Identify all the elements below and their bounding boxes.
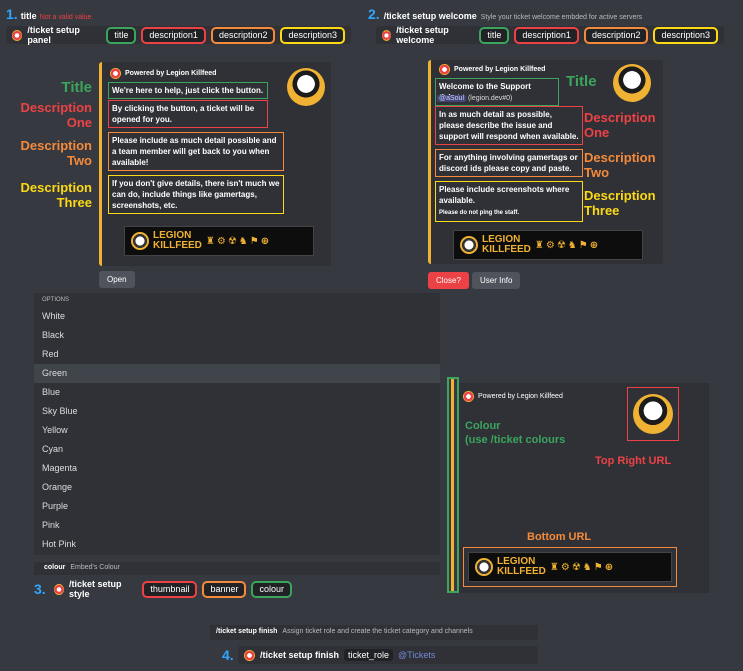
option-item[interactable]: Cyan (34, 440, 440, 459)
option-item[interactable]: Yellow (34, 421, 440, 440)
command-bar-1[interactable]: /ticket setup panel title description1 d… (6, 25, 351, 45)
command-text: /ticket setup welcome (383, 11, 477, 21)
label-desc-three-2: Description Three (584, 188, 656, 218)
option-item[interactable]: Black (34, 326, 440, 345)
banner-image: LEGION KILLFEED ♜⚙☢♞⚑⊕ (124, 226, 314, 256)
bottom-url-label: Bottom URL (527, 531, 592, 543)
banner-skull-icon (475, 558, 493, 576)
embed-title: We're here to help, just click the butto… (108, 82, 268, 99)
close-button[interactable]: Close? (428, 272, 469, 289)
command-text: /ticket setup welcome (396, 25, 449, 45)
bot-avatar-icon (382, 29, 392, 41)
top-right-url-label: Top Right URL (595, 455, 672, 467)
section-2-header: 2. /ticket setup welcome Style your tick… (368, 6, 642, 22)
embed-desc-three: Please include screenshots where availab… (435, 181, 583, 222)
option-item[interactable]: Green (34, 364, 440, 383)
label-desc-one-2: Description One (584, 110, 656, 140)
command-text: /ticket setup finish (260, 650, 340, 660)
mention-line: @aSoul (legion.dev#0) (437, 95, 513, 102)
banner-icons: ♜⚙☢♞⚑⊕ (205, 235, 272, 247)
banner-skull-icon (131, 232, 149, 250)
command-text: /ticket setup panel (27, 25, 80, 45)
option-item[interactable]: Hot Pink (34, 535, 440, 554)
chip-thumbnail[interactable]: thumbnail (142, 580, 198, 598)
error-text: Not a valid value. (39, 14, 94, 21)
option-item[interactable]: White (34, 307, 440, 326)
chip-title[interactable]: title (106, 26, 137, 44)
thumbnail-highlight (627, 387, 679, 441)
banner-image: LEGION KILLFEED ♜⚙☢♞⚑⊕ (468, 552, 672, 582)
embed-author: Powered by Legion Killfeed (463, 391, 563, 402)
label-title: Title (61, 79, 92, 96)
user-mention[interactable]: @aSoul (437, 95, 467, 102)
colour-bar-highlight (447, 377, 459, 593)
colour-label: Colour (use /ticket colours (465, 420, 566, 446)
banner-skull-icon (460, 236, 478, 254)
chip-description2[interactable]: description2 (583, 26, 649, 44)
style-embed: Powered by Legion Killfeed Colour (use /… (459, 383, 709, 593)
user-info-button[interactable]: User Info (472, 272, 521, 289)
section-1-header: 1. title Not a valid value. (6, 6, 93, 22)
option-item[interactable]: Pink (34, 516, 440, 535)
step-number: 1. (6, 6, 18, 22)
command-hint: /ticket setup finish Assign ticket role … (210, 625, 538, 640)
chip-description3[interactable]: description3 (280, 26, 345, 44)
embed-author: Powered by Legion Killfeed (439, 64, 545, 75)
command-desc: Style your ticket welcome embded for act… (480, 14, 643, 21)
command-bar-2[interactable]: /ticket setup welcome title description1… (376, 25, 724, 45)
label-desc-two-2: Description Two (584, 150, 656, 180)
command-bar-4[interactable]: /ticket setup finish ticket_role @Ticket… (238, 646, 538, 664)
bottom-banner-highlight: LEGION KILLFEED ♜⚙☢♞⚑⊕ (463, 547, 677, 587)
option-item[interactable]: Magenta (34, 459, 440, 478)
chip-description3[interactable]: description3 (653, 26, 718, 44)
banner-image: LEGION KILLFEED ♜⚙☢♞⚑⊕ (453, 230, 643, 260)
step-number: 4. (222, 647, 234, 663)
embed-desc-two: For anything involving gamertags or disc… (435, 149, 583, 177)
options-header: OPTIONS (42, 297, 70, 303)
label-desc-two: Description Two (20, 138, 92, 168)
embed-author: Powered by Legion Killfeed (110, 68, 216, 79)
bot-avatar-icon (244, 649, 255, 661)
bot-avatar-icon (12, 29, 23, 41)
option-item[interactable]: Purple (34, 497, 440, 516)
thumbnail-skull-icon (287, 68, 325, 106)
embed-desc-one: By clicking the button, a ticket will be… (108, 100, 268, 128)
step-number: 2. (368, 6, 380, 22)
chip-title[interactable]: title (479, 26, 510, 44)
chip-description1[interactable]: description1 (514, 26, 579, 44)
param-name: title (20, 11, 37, 21)
label-desc-three: Description Three (20, 180, 92, 210)
thumbnail-skull-icon (613, 64, 651, 102)
chip-description2[interactable]: description2 (210, 26, 276, 44)
option-item[interactable]: Sky Blue (34, 402, 440, 421)
chip-description1[interactable]: description1 (141, 26, 206, 44)
chip-colour[interactable]: colour (251, 580, 292, 598)
role-mention[interactable]: @Tickets (398, 650, 435, 660)
options-list[interactable]: White Black Red Green Blue Sky Blue Yellow Cyan… (34, 307, 440, 554)
label-title-2: Title (566, 73, 597, 90)
panel-embed: Powered by Legion Killfeed We're here to… (99, 62, 331, 266)
chip-banner[interactable]: banner (202, 580, 247, 598)
author-icon (439, 64, 450, 75)
author-icon (463, 391, 474, 402)
step-number: 3. (34, 581, 46, 597)
thumbnail-skull-icon (633, 394, 673, 434)
embed-desc-one: In as much detail as possible, please de… (435, 106, 583, 145)
embed-desc-two: Please include as much detail possible a… (108, 132, 284, 171)
option-item[interactable]: Orange (34, 478, 440, 497)
options-dropdown[interactable]: OPTIONS White Black Red Green Blue Sky Blue Ye… (34, 293, 440, 555)
banner-icons: ♜⚙☢♞⚑⊕ (549, 561, 616, 573)
option-item[interactable]: Blue (34, 383, 440, 402)
banner-icons: ♜⚙☢♞⚑⊕ (534, 239, 601, 251)
command-bar-3[interactable]: /ticket setup style thumbnail banner col… (48, 579, 298, 599)
param-ticket-role[interactable]: ticket_role (344, 649, 394, 661)
command-text: /ticket setup style (68, 579, 122, 599)
option-item[interactable]: Red (34, 345, 440, 364)
author-icon (110, 68, 121, 79)
param-hint: colour Embed's Colour (34, 562, 440, 575)
open-button[interactable]: Open (99, 271, 135, 288)
bot-avatar-icon (54, 583, 64, 595)
embed-desc-three: If you don't give details, there isn't m… (108, 175, 284, 214)
label-desc-one: Description One (20, 100, 92, 130)
